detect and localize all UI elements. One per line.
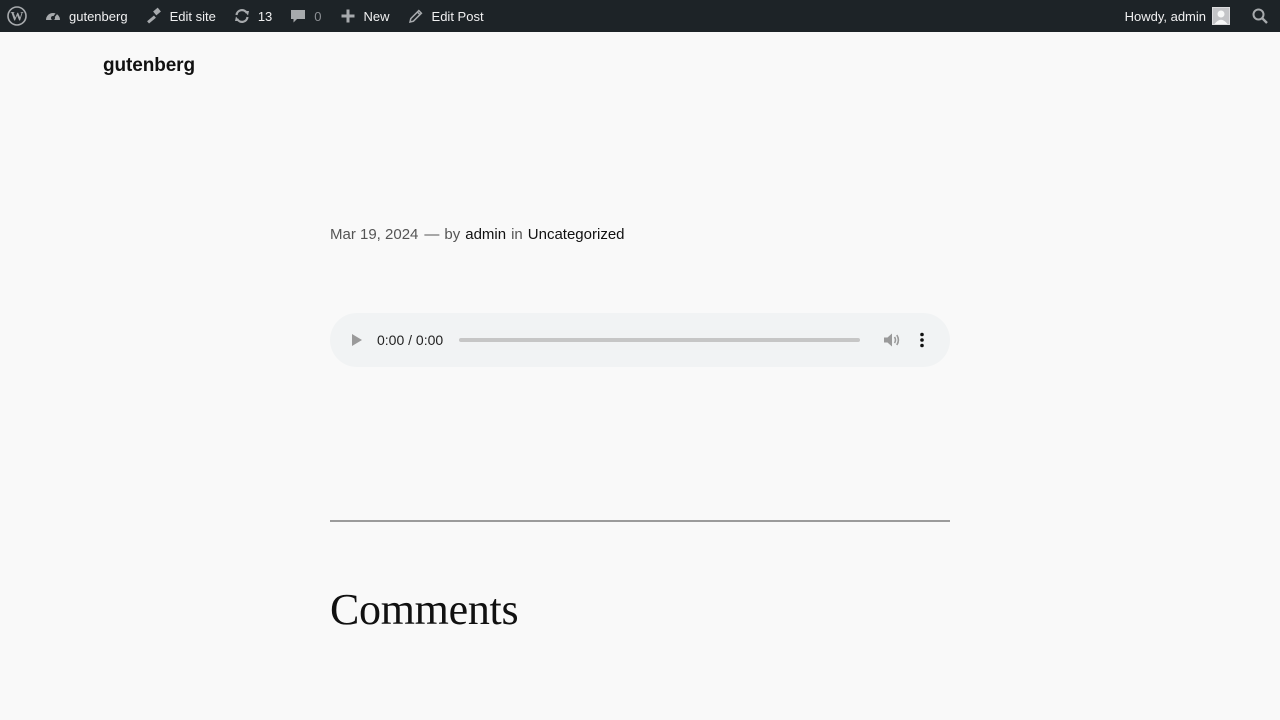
edit-post-link[interactable]: Edit Post (398, 0, 492, 32)
site-title[interactable]: gutenberg (103, 55, 195, 77)
pencil-icon (406, 6, 426, 26)
more-options-button[interactable] (916, 330, 928, 350)
edit-site-label: Edit site (169, 8, 216, 24)
audio-player: 0:00 / 0:00 (330, 313, 950, 367)
comment-bubble-icon (288, 6, 308, 26)
hammer-brush-icon (144, 6, 164, 26)
volume-icon (884, 333, 900, 347)
edit-site-link[interactable]: Edit site (136, 0, 224, 32)
admin-bar-left: W gutenberg Edit site 13 0 New Edit Post (0, 0, 492, 32)
comments-heading: Comments (330, 585, 519, 634)
new-content-menu[interactable]: New (330, 0, 398, 32)
updates-count: 13 (257, 8, 273, 24)
meta-by: by (444, 226, 461, 243)
post-category-link[interactable]: Uncategorized (528, 226, 625, 243)
updates-link[interactable]: 13 (224, 0, 280, 32)
audio-time: 0:00 / 0:00 (377, 332, 444, 348)
kebab-menu-icon (920, 332, 924, 348)
comments-link[interactable]: 0 (280, 0, 329, 32)
wordpress-logo-icon: W (6, 5, 28, 27)
meta-in: in (511, 226, 523, 243)
separator (330, 520, 950, 522)
admin-bar: W gutenberg Edit site 13 0 New Edit Post… (0, 0, 1280, 32)
edit-post-label: Edit Post (431, 8, 484, 24)
post-date[interactable]: Mar 19, 2024 (330, 226, 418, 243)
comments-count: 0 (314, 8, 322, 24)
admin-bar-search[interactable] (1238, 0, 1274, 32)
play-button[interactable] (348, 331, 366, 349)
play-icon (352, 334, 362, 346)
refresh-icon (232, 6, 252, 26)
post-author-link[interactable]: admin (465, 226, 506, 243)
search-icon (1250, 6, 1270, 26)
post-meta: Mar 19, 2024 — by admin in Uncategorized (330, 226, 630, 243)
meta-dash: — (424, 226, 440, 243)
svg-text:W: W (11, 9, 24, 24)
site-name-label: gutenberg (69, 8, 128, 24)
wordpress-menu[interactable]: W (0, 0, 35, 32)
admin-bar-right: Howdy, admin (1117, 0, 1280, 32)
plus-icon (338, 6, 358, 26)
volume-button[interactable] (882, 330, 902, 350)
audio-progress-bar[interactable] (459, 338, 861, 342)
new-label: New (363, 8, 390, 24)
site-name-menu[interactable]: gutenberg (35, 0, 136, 32)
howdy-label: Howdy, admin (1124, 8, 1206, 24)
avatar (1212, 7, 1230, 25)
dashboard-gauge-icon (43, 6, 63, 26)
my-account-menu[interactable]: Howdy, admin (1117, 0, 1238, 32)
